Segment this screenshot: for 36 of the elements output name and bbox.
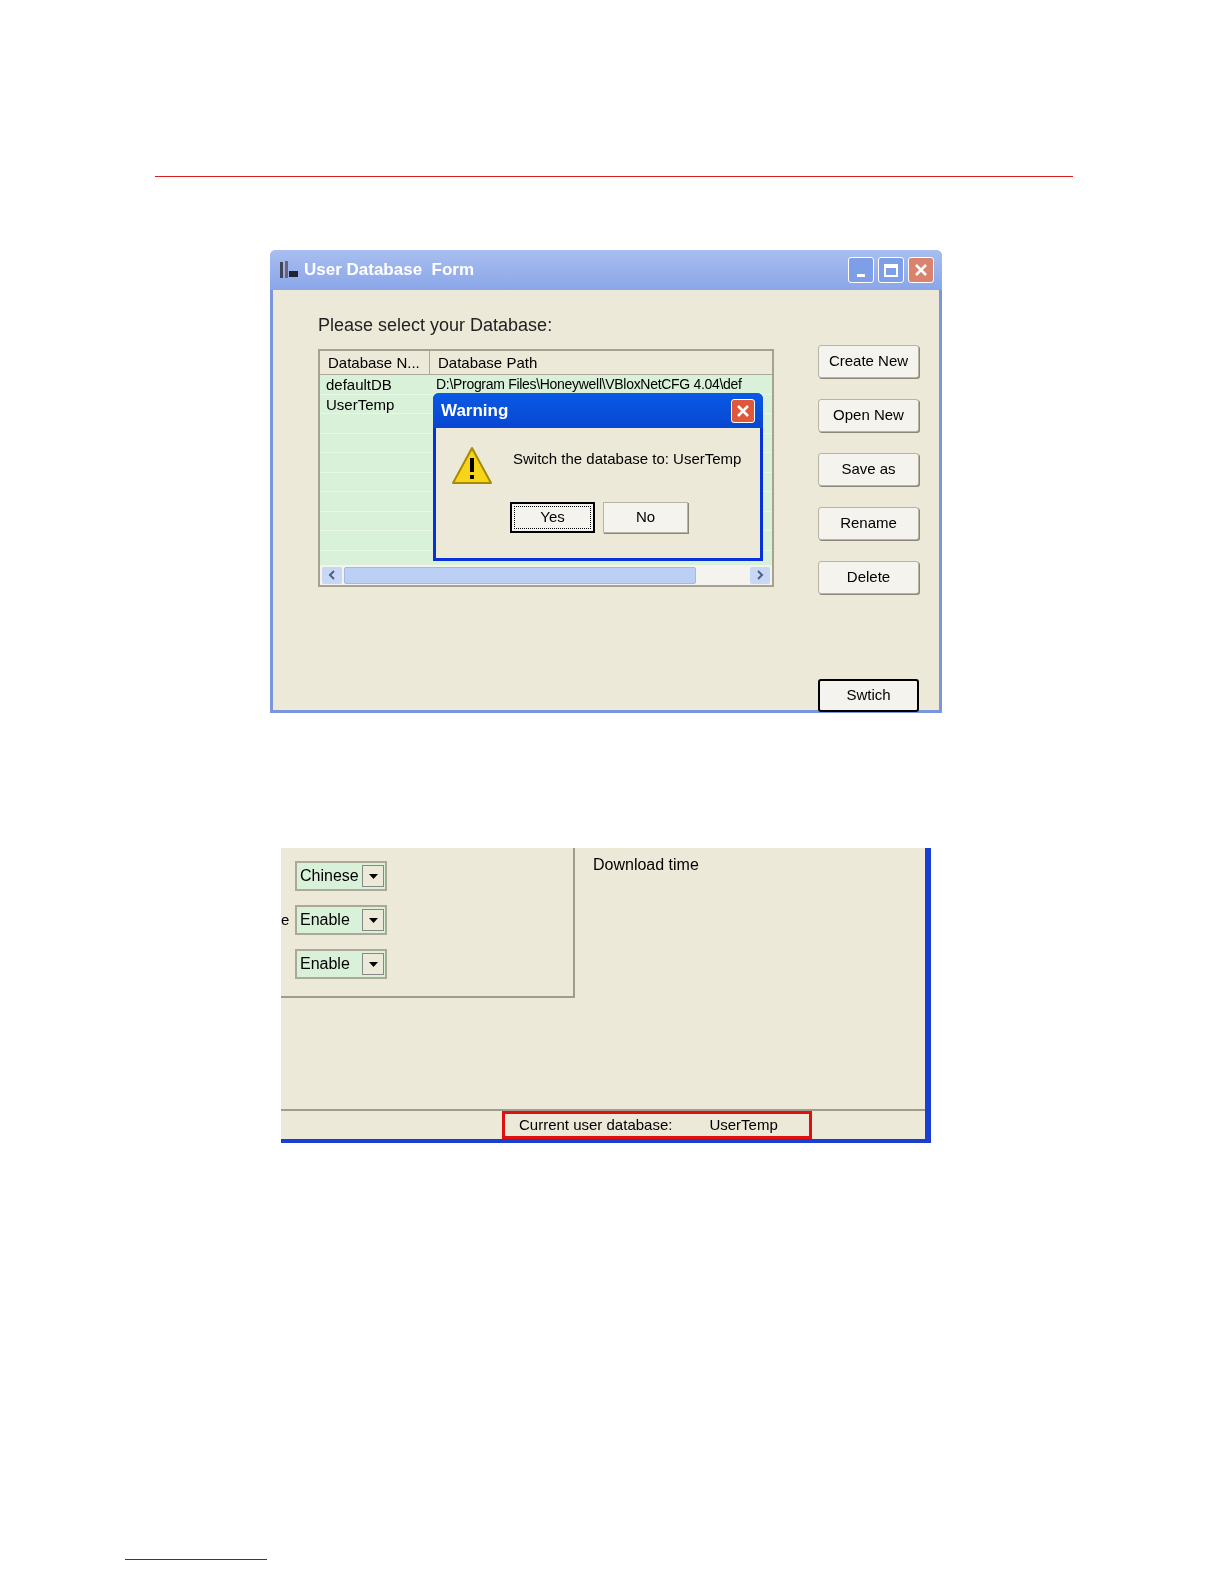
dialog-button[interactable]: Rename [818,507,919,540]
status-value: UserTemp [709,1114,778,1135]
close-icon [737,404,749,417]
dialog-button[interactable]: Swtich [818,679,919,712]
status-label: Current user database: [519,1114,673,1135]
horizontal-scrollbar[interactable] [320,565,772,585]
dialog-button[interactable]: Create New [818,345,919,378]
column-header[interactable]: Database Path [430,351,772,374]
table-cell: D:\Program Files\Honeywell\VBloxNetCFG 4.04\def [436,376,742,392]
dropdown-arrow-icon [368,917,378,923]
close-icon [914,263,928,277]
dialog-button[interactable]: Yes [510,502,595,533]
maximize-button[interactable] [878,257,904,283]
close-button[interactable] [731,398,755,423]
dropdown[interactable]: Chinese [295,861,387,891]
dropdown-arrow-icon [368,873,378,879]
column-header[interactable]: Database N... [320,351,430,374]
dropdown[interactable]: Enable [295,949,387,979]
dropdown[interactable]: Enable [295,905,387,935]
table-cell: UserTemp [326,395,395,413]
dialog-button[interactable]: Open New [818,399,919,432]
dialog-title: Warning [441,399,510,422]
dialog-button[interactable]: Delete [818,561,919,594]
dropdown-arrow-icon [368,961,378,967]
prompt-label: Please select your Database: [318,314,554,337]
app-icon [278,259,300,281]
window-title: User Database Form [304,259,476,282]
dialog-message: Switch the database to: UserTemp [513,449,742,469]
minimize-button[interactable] [848,257,874,283]
dialog-button[interactable]: No [603,502,688,533]
table-cell: defaultDB [326,376,392,393]
warning-icon [451,446,493,486]
setting-label: e [281,910,290,928]
close-button[interactable] [908,257,934,283]
note-text: Download time [593,856,699,873]
dialog-button[interactable]: Save as [818,453,919,486]
